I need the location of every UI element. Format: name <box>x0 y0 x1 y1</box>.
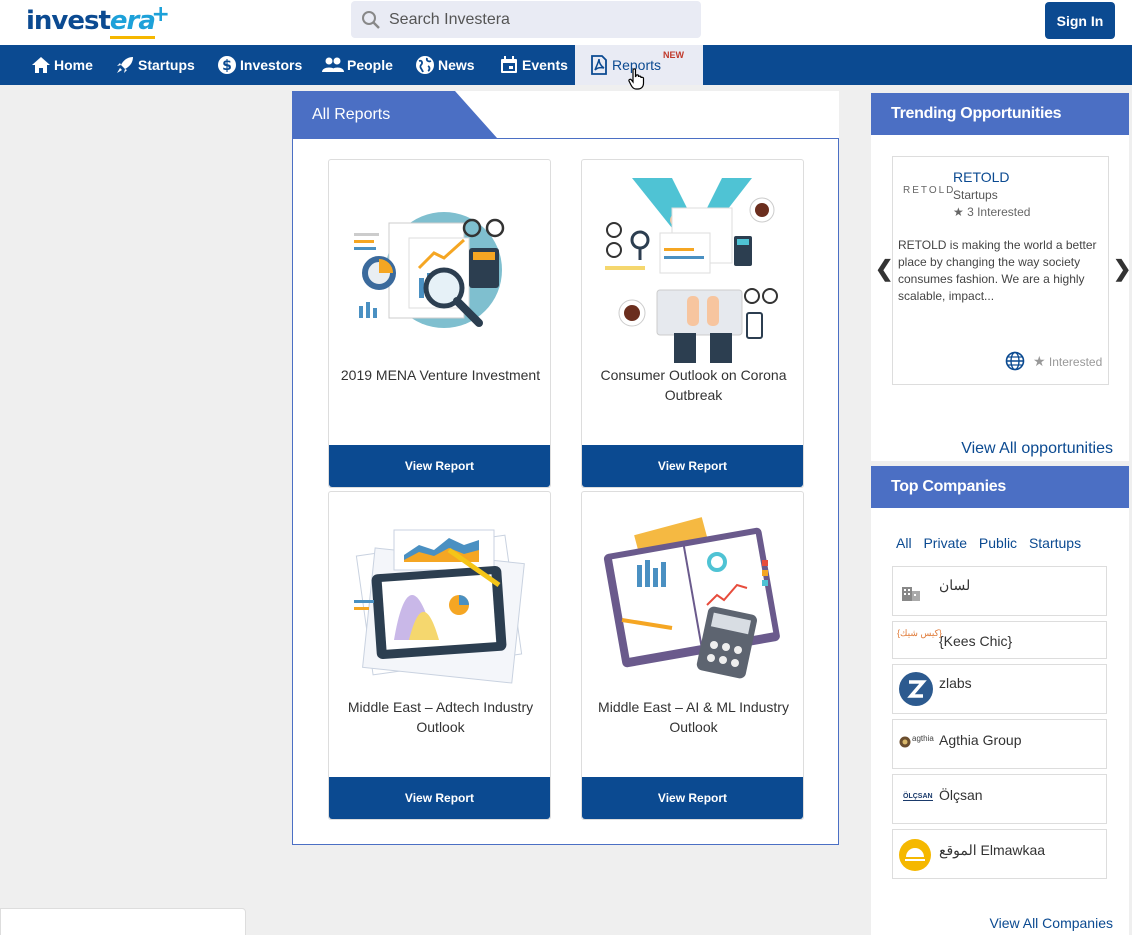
view-all-companies-link[interactable]: View All Companies <box>990 915 1113 931</box>
company-filters: All Private Public Startups <box>896 535 1089 551</box>
agthia-logo-mark <box>899 736 911 748</box>
search-bar[interactable] <box>351 1 701 38</box>
nav-news-label: News <box>438 57 475 73</box>
website-globe-icon[interactable] <box>1005 351 1025 371</box>
company-item[interactable]: zlabs <box>892 664 1107 714</box>
building-icon <box>902 587 920 601</box>
bottom-popup-edge <box>0 908 246 935</box>
search-icon <box>362 10 380 29</box>
people-icon <box>322 57 344 72</box>
company-item[interactable]: {كيس شيك} {Kees Chic} <box>892 621 1107 659</box>
investera-logo[interactable]: investera + <box>26 2 170 39</box>
calendar-icon <box>501 56 517 73</box>
company-name: لسان <box>939 577 971 593</box>
logo-text-invest: invest <box>26 6 111 36</box>
nav-news[interactable]: News <box>415 45 475 85</box>
nav-home-label: Home <box>54 57 93 73</box>
opportunity-name[interactable]: RETOLD <box>953 169 1010 185</box>
company-name: {Kees Chic} <box>939 633 1013 649</box>
all-reports-tab[interactable]: All Reports <box>292 91 497 138</box>
nav-home[interactable]: Home <box>31 45 93 85</box>
filter-startups[interactable]: Startups <box>1029 535 1081 551</box>
trending-header: Trending Opportunities <box>871 93 1129 135</box>
company-item[interactable]: لسان <box>892 566 1107 616</box>
nav-events[interactable]: Events <box>499 45 568 85</box>
opportunity-description: RETOLD is making the world a better plac… <box>898 238 1097 303</box>
company-item[interactable]: ÖLÇSAN Ölçsan <box>892 774 1107 824</box>
rocket-icon <box>117 57 133 73</box>
report-card-ai-ml[interactable]: Middle East – AI & ML Industry Outlook V… <box>581 491 804 820</box>
opportunity-card[interactable]: RETOLD RETOLD Startups ★ 3 Interested RE… <box>892 156 1109 385</box>
company-name: Agthia Group <box>939 732 1022 748</box>
search-input[interactable] <box>389 10 689 29</box>
companies-title: Top Companies <box>891 478 1006 495</box>
report-title: Consumer Outlook on Corona Outbreak <box>600 367 787 403</box>
svg-text:$: $ <box>222 58 232 74</box>
report-title: Middle East – Adtech Industry Outlook <box>347 699 534 735</box>
olcsan-logo: ÖLÇSAN <box>903 793 933 801</box>
company-name: zlabs <box>939 675 972 691</box>
hand-cursor-icon <box>628 68 645 90</box>
report-title: Middle East – AI & ML Industry Outlook <box>598 699 789 735</box>
nav-investors-label: Investors <box>240 57 303 73</box>
interested-count: ★ 3 Interested <box>953 205 1031 219</box>
report-title: 2019 MENA Venture Investment <box>340 367 541 383</box>
filter-public[interactable]: Public <box>979 535 1017 551</box>
sign-in-button[interactable]: Sign In <box>1045 2 1115 39</box>
zlabs-logo <box>899 672 933 706</box>
carousel-prev-arrow[interactable]: ❮ <box>875 256 893 282</box>
new-badge: NEW <box>663 50 684 60</box>
view-all-opportunities-link[interactable]: View All opportunities <box>961 440 1113 458</box>
carousel-next-arrow[interactable]: ❯ <box>1113 256 1131 282</box>
top-companies-widget: Top Companies All Private Public Startup… <box>871 466 1129 935</box>
home-icon <box>32 57 50 73</box>
mena-report-illustration <box>354 212 505 328</box>
logo-plus: + <box>151 2 170 27</box>
nav-startups[interactable]: Startups <box>115 45 195 85</box>
nav-startups-label: Startups <box>138 57 195 73</box>
report-card-mena[interactable]: 2019 MENA Venture Investment View Report <box>328 159 551 488</box>
kees-chic-logo: {كيس شيك} <box>897 628 942 638</box>
view-report-button[interactable]: View Report <box>329 445 550 487</box>
company-item[interactable]: agthia Agthia Group <box>892 719 1107 769</box>
consumer-report-illustration <box>605 178 778 363</box>
company-name: الموقع Elmawkaa <box>939 842 1046 858</box>
pdf-icon <box>591 55 607 75</box>
companies-header: Top Companies <box>871 466 1129 508</box>
filter-private[interactable]: Private <box>923 535 967 551</box>
nav-people[interactable]: People <box>322 45 393 85</box>
view-report-button[interactable]: View Report <box>329 777 550 819</box>
filter-all[interactable]: All <box>896 535 912 551</box>
nav-events-label: Events <box>522 57 568 73</box>
agthia-logo-text: agthia <box>912 734 934 743</box>
report-card-adtech[interactable]: Middle East – Adtech Industry Outlook Vi… <box>328 491 551 820</box>
globe-icon <box>416 56 434 74</box>
retold-logo: RETOLD <box>903 185 956 196</box>
logo-text-era: era <box>109 6 156 39</box>
dollar-icon: $ <box>218 56 236 74</box>
ai-ml-report-illustration <box>603 517 780 679</box>
main-nav: Home Startups $ Investors People News Ev… <box>0 45 1132 85</box>
trending-title: Trending Opportunities <box>891 105 1062 122</box>
elmawkaa-logo <box>899 839 931 871</box>
trending-opportunities-widget: Trending Opportunities ❮ ❯ RETOLD RETOLD… <box>871 93 1131 461</box>
reports-panel: All Reports 2019 MENA Venture Investment… <box>292 91 839 845</box>
all-reports-title: All Reports <box>312 105 391 123</box>
interested-button[interactable]: ★ Interested <box>1033 353 1102 370</box>
company-item[interactable]: الموقع Elmawkaa <box>892 829 1107 879</box>
star-icon: ★ <box>1033 353 1046 369</box>
nav-investors[interactable]: $ Investors <box>217 45 302 85</box>
adtech-report-illustration <box>354 529 525 684</box>
nav-people-label: People <box>347 57 393 73</box>
company-name: Ölçsan <box>939 787 983 803</box>
view-report-button[interactable]: View Report <box>582 777 803 819</box>
top-bar: investera+ Sign In <box>0 0 1132 45</box>
view-report-button[interactable]: View Report <box>582 445 803 487</box>
interested-label: Interested <box>1048 355 1103 369</box>
opportunity-type: Startups <box>953 188 998 202</box>
report-card-consumer[interactable]: Consumer Outlook on Corona Outbreak View… <box>581 159 804 488</box>
